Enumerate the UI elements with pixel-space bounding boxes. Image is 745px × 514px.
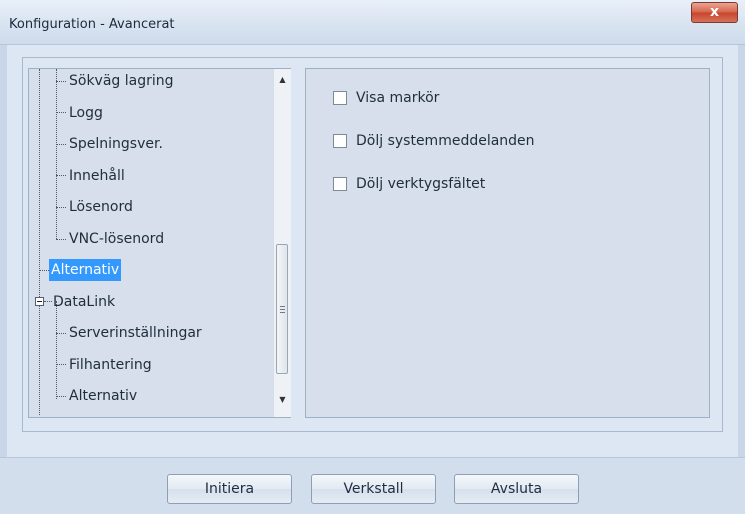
tree-line-level1-upper	[56, 69, 57, 239]
tree-branch	[56, 396, 66, 397]
tree-item-losenord[interactable]: Lösenord	[67, 196, 135, 218]
tree-item-vnc-losenord[interactable]: VNC-lösenord	[67, 228, 166, 250]
initiera-button[interactable]: Initiera	[167, 474, 292, 504]
tree-item-logg[interactable]: Logg	[67, 102, 105, 124]
title-bar: Konfiguration - Avancerat x	[0, 0, 745, 45]
scroll-thumb[interactable]	[276, 244, 288, 374]
tree-item-alternativ-selected[interactable]: Alternativ	[49, 259, 122, 281]
tree-line-root	[39, 69, 40, 415]
tree-branch	[56, 239, 66, 240]
close-button[interactable]: x	[691, 2, 738, 23]
option-label: Dölj systemmeddelanden	[356, 133, 535, 149]
tree-branch	[56, 112, 66, 113]
tree-item-datalink[interactable]: DataLink	[51, 291, 117, 313]
tree-item-sokvag-lagring[interactable]: Sökväg lagring	[67, 70, 176, 92]
dialog-body: Sökväg lagring Logg Spelningsver. Innehå…	[7, 45, 738, 457]
tree-item-serverinstallningar[interactable]: Serverinställningar	[67, 322, 204, 344]
avsluta-button[interactable]: Avsluta	[454, 474, 579, 504]
tree-branch	[56, 333, 66, 334]
option-label: Visa markör	[356, 90, 440, 106]
content-frame: Sökväg lagring Logg Spelningsver. Innehå…	[22, 57, 723, 432]
tree-scrollbar[interactable]: ▲ ▼	[273, 69, 291, 417]
tree-item-innehall[interactable]: Innehåll	[67, 165, 127, 187]
tree-branch	[56, 207, 66, 208]
tree-line-level1-lower	[56, 301, 57, 399]
tree-branch	[39, 270, 49, 271]
scroll-down-arrow-icon[interactable]: ▼	[274, 391, 291, 408]
tree-item-filhantering[interactable]: Filhantering	[67, 354, 154, 376]
verkstall-button[interactable]: Verkstall	[311, 474, 436, 504]
grip-line	[280, 312, 285, 313]
checkbox-dolj-systemmeddelanden[interactable]	[333, 134, 347, 148]
tree-branch	[56, 364, 66, 365]
options-panel: Visa markör Dölj systemmeddelanden Dölj …	[305, 68, 710, 418]
tree-item-spelningsver[interactable]: Spelningsver.	[67, 133, 165, 155]
checkbox-dolj-verktygsfaltet[interactable]	[333, 177, 347, 191]
tree-branch	[56, 81, 66, 82]
checkbox-visa-markor[interactable]	[333, 91, 347, 105]
window-title: Konfiguration - Avancerat	[9, 17, 175, 32]
grip-line	[280, 306, 285, 307]
config-window: Konfiguration - Avancerat x Sökväg lagri…	[0, 0, 745, 514]
tree-branch	[56, 144, 66, 145]
button-bar: Initiera Verkstall Avsluta	[0, 457, 745, 514]
settings-tree: Sökväg lagring Logg Spelningsver. Innehå…	[28, 68, 291, 418]
scroll-up-arrow-icon[interactable]: ▲	[274, 71, 291, 88]
collapse-toggle-icon[interactable]	[35, 297, 44, 306]
tree-branch	[56, 175, 66, 176]
option-label: Dölj verktygsfältet	[356, 176, 486, 192]
tree-item-datalink-alternativ[interactable]: Alternativ	[67, 385, 139, 407]
grip-line	[280, 309, 285, 310]
